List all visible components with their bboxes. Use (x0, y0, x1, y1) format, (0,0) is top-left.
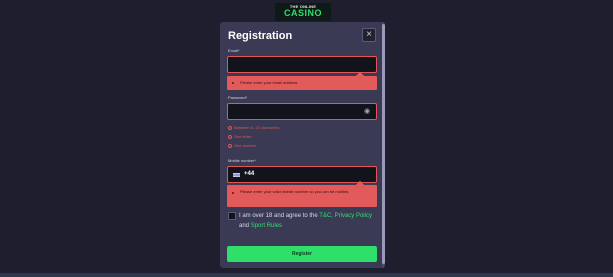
sport-rules-link[interactable]: Sport Rules (251, 223, 282, 229)
terms-checkbox[interactable] (228, 212, 236, 220)
error-pointer (355, 71, 365, 81)
terms-text: I am over 18 and agree to the T&C, Priva… (239, 213, 372, 229)
logo-line2: CASINO (283, 8, 322, 18)
country-code: +44 (244, 171, 255, 177)
eye-icon[interactable]: ◉ (363, 108, 371, 116)
privacy-policy-link[interactable]: Privacy Policy (335, 213, 372, 219)
uk-flag-icon[interactable] (233, 173, 240, 177)
close-button[interactable]: × (362, 28, 376, 42)
mobile-error-text: Please enter your valid mobile number so… (240, 189, 350, 194)
registration-modal: Registration × Email* Please enter your … (220, 22, 385, 268)
password-rule-number: One number (228, 143, 256, 148)
email-error: Please enter your email address (227, 71, 377, 90)
email-field[interactable] (227, 56, 377, 73)
password-rule-length: Between 8- 20 characters (228, 125, 280, 130)
email-error-text: Please enter your email address (240, 80, 298, 85)
register-button[interactable]: Register (227, 246, 377, 262)
bottom-divider (0, 273, 613, 277)
site-logo[interactable]: THE ONLINE CASINO (275, 3, 331, 21)
password-rule-letter: One letter (228, 134, 252, 139)
password-label: Password* (228, 95, 248, 100)
email-label: Email* (228, 48, 240, 53)
warning-icon (228, 125, 232, 130)
error-dot-icon (232, 82, 234, 84)
modal-scrollbar[interactable] (382, 22, 385, 268)
scrollbar-thumb[interactable] (382, 24, 385, 264)
modal-title: Registration (228, 30, 293, 42)
mobile-error: Please enter your valid mobile number so… (227, 180, 377, 207)
tc-link[interactable]: T&C (319, 213, 331, 219)
password-field[interactable]: ◉ (227, 103, 377, 120)
warning-icon (228, 143, 232, 148)
warning-icon (228, 134, 232, 139)
error-dot-icon (232, 192, 234, 194)
mobile-label: Mobile number* (228, 158, 257, 163)
close-icon: × (366, 29, 372, 40)
mobile-field[interactable]: +44 (227, 166, 377, 183)
